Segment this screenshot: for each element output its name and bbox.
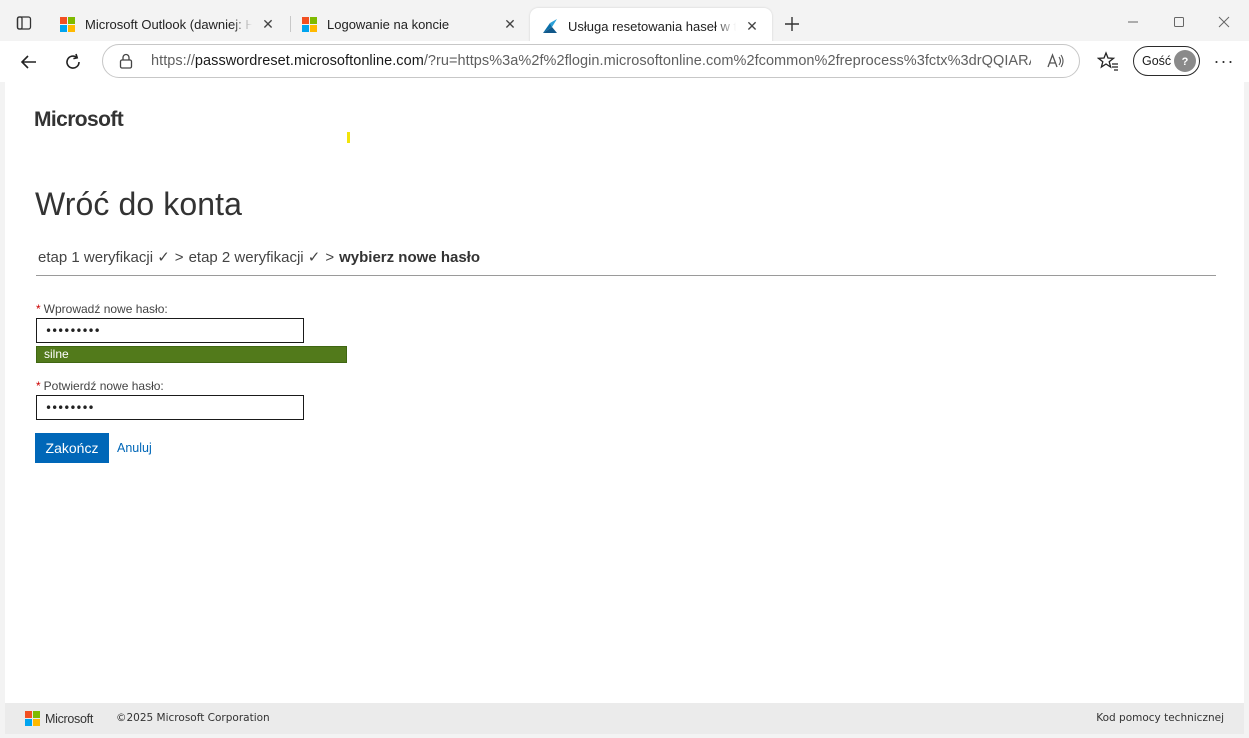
- step-choose-password: wybierz nowe hasło: [339, 249, 480, 266]
- browser-toolbar: https://passwordreset.microsoftonline.co…: [0, 41, 1249, 82]
- confirm-password-field[interactable]: [36, 395, 304, 420]
- step-verification-1: etap 1 weryfikacji ✓: [38, 249, 170, 266]
- url-scheme: https://: [151, 53, 195, 69]
- footer-logo: Microsoft: [25, 711, 93, 726]
- tab-actions-icon: [16, 16, 32, 30]
- svg-text:?: ?: [1182, 56, 1189, 68]
- microsoft-logo-icon: [60, 16, 75, 32]
- new-password-label: * Wprowadź nowe hasło:: [36, 302, 168, 316]
- tab-outlook[interactable]: Microsoft Outlook (dawniej: Hotmail) ✕: [48, 8, 288, 40]
- cancel-link[interactable]: Anuluj: [117, 441, 152, 455]
- close-tab-icon[interactable]: ✕: [500, 14, 520, 34]
- page-footer: Microsoft ©2025 Microsoft Corporation Ko…: [5, 703, 1244, 734]
- step-verification-2: etap 2 weryfikacji ✓: [188, 249, 321, 266]
- plus-icon: [785, 17, 799, 31]
- url-host: passwordreset.microsoftonline.com: [194, 53, 424, 69]
- microsoft-logo-icon: [25, 711, 40, 726]
- browser-tab-strip: Microsoft Outlook (dawniej: Hotmail) ✕ L…: [0, 0, 1249, 44]
- close-window-button[interactable]: [1201, 8, 1247, 36]
- back-button[interactable]: [14, 47, 44, 77]
- tab-login[interactable]: Logowanie na koncie ✕: [290, 8, 530, 40]
- maximize-icon: [1174, 17, 1184, 27]
- required-marker: *: [36, 302, 41, 316]
- close-tab-icon[interactable]: ✕: [258, 14, 278, 34]
- tab-label: Microsoft Outlook (dawniej: Hotmail): [85, 16, 252, 32]
- new-password-label-text: Wprowadź nowe hasło:: [43, 302, 168, 316]
- refresh-icon: [66, 53, 80, 69]
- page-title: Wróć do konta: [35, 186, 243, 222]
- more-dots-icon: ···: [1213, 50, 1235, 71]
- microsoft-logo-icon: [302, 16, 317, 32]
- confirm-password-label: * Potwierdź nowe hasło:: [36, 379, 164, 393]
- support-code-link[interactable]: Kod pomocy technicznej: [1096, 712, 1224, 724]
- arrow-left-icon: [20, 55, 36, 69]
- minimize-icon: [1128, 21, 1138, 23]
- text-cursor-marker: [347, 132, 350, 143]
- url-rest: /?ru=https%3a%2f%2flogin.microsoftonline…: [423, 53, 1031, 69]
- favorites-star-icon: [1096, 51, 1118, 71]
- copyright-text: ©2025 Microsoft Corporation: [116, 712, 270, 724]
- url-text[interactable]: https://passwordreset.microsoftonline.co…: [151, 53, 1031, 69]
- confirm-password-label-text: Potwierdź nowe hasło:: [43, 379, 164, 393]
- finish-button[interactable]: Zakończ: [35, 433, 109, 463]
- page-viewport: Microsoft Wróć do konta etap 1 weryfikac…: [5, 82, 1244, 734]
- minimize-button[interactable]: [1110, 8, 1156, 36]
- profile-button[interactable]: Gość ?: [1133, 46, 1200, 76]
- favorites-button[interactable]: [1096, 50, 1119, 72]
- address-bar[interactable]: https://passwordreset.microsoftonline.co…: [102, 44, 1080, 78]
- tab-label: Logowanie na koncie: [327, 16, 450, 32]
- guest-avatar-icon: ?: [1174, 50, 1196, 72]
- breadcrumb-separator: >: [325, 249, 335, 266]
- password-strength-indicator: silne: [36, 346, 347, 363]
- breadcrumb-separator: >: [174, 249, 184, 266]
- tab-password-reset[interactable]: Usługa resetowania haseł w trybie ✕: [530, 8, 772, 44]
- maximize-button[interactable]: [1156, 8, 1202, 36]
- refresh-button[interactable]: [58, 47, 88, 77]
- new-tab-button[interactable]: [778, 10, 806, 38]
- header-divider: [36, 275, 1216, 276]
- password-reset-icon: [542, 18, 558, 34]
- profile-label: Gość: [1142, 54, 1172, 68]
- close-tab-icon[interactable]: ✕: [742, 16, 762, 36]
- read-aloud-icon[interactable]: [1047, 53, 1065, 72]
- tab-label: Usługa resetowania haseł w trybie: [568, 18, 736, 34]
- footer-brand: Microsoft: [45, 711, 94, 726]
- close-icon: [1218, 16, 1230, 28]
- settings-more-button[interactable]: ···: [1210, 49, 1238, 73]
- microsoft-wordmark: Microsoft: [34, 108, 124, 131]
- progress-breadcrumb: etap 1 weryfikacji ✓ > etap 2 weryfikacji …: [38, 248, 480, 266]
- tab-actions-button[interactable]: [8, 8, 40, 38]
- new-password-field[interactable]: [36, 318, 304, 343]
- required-marker: *: [36, 379, 41, 393]
- lock-icon[interactable]: [119, 53, 139, 69]
